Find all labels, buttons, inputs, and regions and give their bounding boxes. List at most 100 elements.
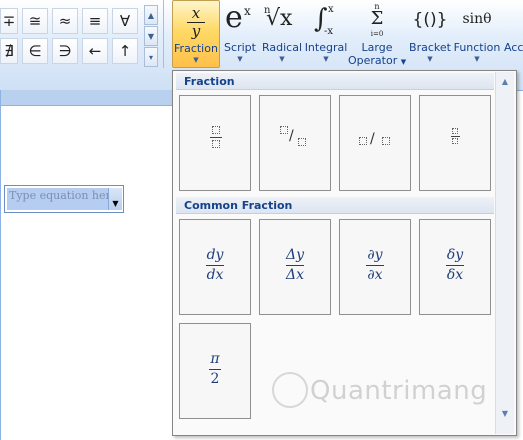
scroll-down-arrow-icon[interactable]: ▼ <box>498 406 512 420</box>
fraction-icon-bottom: y <box>191 22 201 40</box>
symbol-element-of[interactable]: ∈ <box>22 38 48 64</box>
fraction-denominator: 2 <box>210 371 220 387</box>
gallery-scrollbar[interactable]: ▲ ▼ <box>495 72 514 434</box>
document-ruler-strip <box>0 90 172 106</box>
symbol-up-arrow[interactable]: ↑ <box>112 38 138 64</box>
numerator-placeholder-icon <box>452 128 458 134</box>
script-icon: e x <box>222 0 258 38</box>
function-icon-glyph: sinθ <box>462 11 492 27</box>
symbol-minus-plus[interactable]: ∓ <box>0 8 18 34</box>
numerator-placeholder-icon <box>280 126 288 134</box>
gallery-scroll-up-button[interactable]: ▲ <box>144 5 158 25</box>
function-button[interactable]: sinθ Function ▼ <box>452 0 502 68</box>
symbol-identical[interactable]: ≡ <box>82 8 108 34</box>
linear-fraction-item[interactable]: / <box>339 95 411 191</box>
slash-icon: / <box>289 128 294 144</box>
equation-box[interactable]: Type equation here. ▼ <box>4 185 124 213</box>
fraction-icon-top: x <box>191 4 201 22</box>
integral-icon-sup: x <box>328 4 334 15</box>
function-icon: sinθ <box>452 2 502 38</box>
script-icon-base: e <box>225 0 243 35</box>
common-fraction-delta-y-delta-x[interactable]: Δy Δx <box>259 219 331 315</box>
common-fraction-small-delta-y-delta-x[interactable]: δy δx <box>419 219 491 315</box>
fraction-numerator: δy <box>446 247 464 263</box>
fraction-expression: Δy Δx <box>260 247 330 284</box>
dropdown-arrow-icon: ▼ <box>193 56 199 64</box>
symbol-left-arrow[interactable]: ← <box>82 38 108 64</box>
fraction-numerator: dy <box>206 247 224 263</box>
fraction-bar <box>366 265 384 266</box>
fraction-expression: π 2 <box>180 351 250 388</box>
large-operator-label-2: Operator ▼ <box>348 54 406 67</box>
fraction-button[interactable]: x y Fraction ▼ <box>172 0 220 68</box>
section-header-fraction: Fraction <box>176 73 494 90</box>
script-button[interactable]: e x Script ▼ <box>222 0 258 68</box>
bracket-button[interactable]: {()} Bracket ▼ <box>408 0 452 68</box>
gallery-scroll-down-button[interactable]: ▼ <box>144 26 158 46</box>
watermark-logo-icon <box>272 372 308 408</box>
fraction-expression: dy dx <box>180 247 250 284</box>
dropdown-arrow-icon: ▼ <box>427 55 433 63</box>
sigma-icon-bottom: i=0 <box>370 30 384 38</box>
fraction-bar <box>206 265 224 266</box>
symbol-contains[interactable]: ∋ <box>52 38 78 64</box>
fraction-bar <box>210 137 222 138</box>
denominator-placeholder-icon <box>212 140 220 148</box>
common-fraction-partial-y-partial-x[interactable]: ∂y ∂x <box>339 219 411 315</box>
numerator-placeholder-icon <box>212 126 220 134</box>
sigma-icon-sign: Σ <box>370 8 384 29</box>
scroll-up-arrow-icon[interactable]: ▲ <box>498 74 512 88</box>
common-fraction-pi-over-2[interactable]: π 2 <box>179 323 251 419</box>
equation-options-button[interactable]: ▼ <box>108 188 122 210</box>
chevron-up-icon: ▲ <box>147 10 155 20</box>
large-operator-button[interactable]: n Σ i=0 Large Operator ▼ <box>348 0 406 68</box>
fraction-denominator: Δx <box>285 267 304 283</box>
ribbon-separator <box>163 0 164 68</box>
common-fraction-dy-dx[interactable]: dy dx <box>179 219 251 315</box>
small-fraction-item[interactable] <box>419 95 491 191</box>
slash-icon: / <box>370 131 375 147</box>
fraction-icon: x y <box>173 3 219 40</box>
fraction-denominator: ∂x <box>367 267 383 283</box>
integral-button[interactable]: ∫ x -x Integral ▼ <box>304 0 348 68</box>
fraction-bar <box>286 265 304 266</box>
fraction-bar <box>451 136 460 137</box>
accent-label: Acc <box>504 41 523 54</box>
chevron-down-icon: ▼ <box>112 199 119 208</box>
fraction-expression: ∂y ∂x <box>340 247 410 284</box>
symbol-congruent[interactable]: ≅ <box>22 8 48 34</box>
chevron-down-icon: ▼ <box>147 31 155 41</box>
fraction-numerator: ∂y <box>367 247 383 263</box>
stacked-fraction-item[interactable] <box>179 95 251 191</box>
integral-icon-sub: -x <box>324 26 334 37</box>
fraction-bar <box>209 369 221 370</box>
large-operator-label-2-text: Operator <box>348 54 398 67</box>
symbol-approx[interactable]: ≈ <box>52 8 78 34</box>
radical-button[interactable]: n √x Radical ▼ <box>260 0 304 68</box>
dropdown-arrow-icon: ▼ <box>279 55 285 63</box>
equation-input[interactable]: Type equation here. <box>7 188 121 210</box>
section-header-common-fraction: Common Fraction <box>176 197 494 214</box>
integral-label: Integral <box>304 41 348 54</box>
skewed-fraction-item[interactable]: / <box>259 95 331 191</box>
dropdown-arrow-icon: ▼ <box>237 55 243 63</box>
radical-icon: n √x <box>260 2 304 38</box>
integral-icon: ∫ x -x <box>304 2 348 38</box>
window-left-edge <box>0 90 1 440</box>
script-icon-sup: x <box>244 4 251 18</box>
bracket-label: Bracket <box>409 41 451 54</box>
watermark-text: Quantrimang <box>310 376 488 406</box>
gallery-more-button[interactable]: ▾ <box>144 47 158 67</box>
script-label: Script <box>224 41 256 54</box>
numerator-placeholder-icon <box>359 137 367 145</box>
sigma-icon: n Σ i=0 <box>348 2 406 38</box>
bracket-icon-glyph: {()} <box>412 10 448 30</box>
watermark: Quantrimang <box>272 372 492 412</box>
symbol-not-exists[interactable]: ∄ <box>0 38 18 64</box>
large-operator-label: Large <box>361 41 393 54</box>
symbol-for-all[interactable]: ∀ <box>112 8 138 34</box>
accent-button[interactable]: Acc <box>504 0 523 68</box>
function-label: Function <box>453 41 501 54</box>
fraction-bar <box>446 265 464 266</box>
radical-icon-base: √x <box>266 6 293 31</box>
